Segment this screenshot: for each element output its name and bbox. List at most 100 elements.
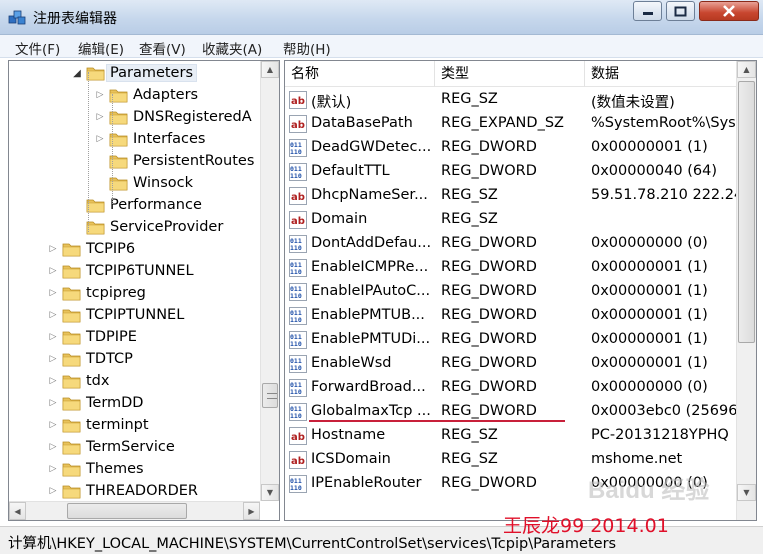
value-type: REG_DWORD <box>441 355 537 371</box>
list-scroll-up-button[interactable]: ▲ <box>737 61 756 78</box>
list-scroll-down-button[interactable]: ▼ <box>737 484 756 501</box>
tree-node[interactable]: ▷ THREADORDER <box>47 480 198 502</box>
collapsed-arrow-icon[interactable]: ▷ <box>47 244 59 254</box>
string-value-icon: ab <box>289 115 307 133</box>
folder-icon <box>62 463 81 477</box>
value-row[interactable]: 011 110 ForwardBroad... REG_DWORD 0x00000000… <box>285 376 745 400</box>
tree-node[interactable]: ▷ tcpipreg <box>47 282 146 304</box>
value-row[interactable]: ab Hostname REG_SZ PC-20131218YPHQ <box>285 424 745 448</box>
value-row[interactable]: 011 110 EnableWsd REG_DWORD 0x00000001 (1) <box>285 352 745 376</box>
value-row[interactable]: 011 110 DontAddDefau... REG_DWORD 0x00000000… <box>285 232 745 256</box>
svg-text:110: 110 <box>290 316 302 324</box>
collapsed-arrow-icon[interactable]: ▷ <box>47 398 59 408</box>
value-data: 0x00000001 (1) <box>591 307 708 323</box>
binary-value-icon: 011110 <box>289 355 307 373</box>
maximize-button[interactable] <box>666 1 695 21</box>
value-row[interactable]: ab (默认) REG_SZ (数值未设置) <box>285 88 745 112</box>
column-header-data[interactable]: 数据 <box>585 61 745 87</box>
svg-text:ab: ab <box>291 456 305 467</box>
tree-node[interactable]: ▷ Themes <box>47 458 144 480</box>
scroll-up-button[interactable]: ▲ <box>261 61 279 78</box>
collapsed-arrow-icon[interactable]: ▷ <box>47 354 59 364</box>
collapsed-arrow-icon[interactable]: ▷ <box>47 332 59 342</box>
value-row[interactable]: ab Domain REG_SZ <box>285 208 745 232</box>
scroll-thumb-horizontal[interactable] <box>67 503 187 519</box>
tree-node[interactable]: ▷ terminpt <box>47 414 149 436</box>
tree-node-label: Adapters <box>133 87 199 103</box>
collapsed-arrow-icon[interactable]: ▷ <box>47 310 59 320</box>
list-vertical-scrollbar[interactable]: ▲ ▼ <box>736 61 756 520</box>
value-row[interactable]: ab DhcpNameSer... REG_SZ 59.51.78.210 222.2… <box>285 184 745 208</box>
value-data: %SystemRoot%\Sys <box>591 115 736 131</box>
value-name: DataBasePath <box>311 115 413 131</box>
value-row[interactable]: 011 110 EnablePMTUDi... REG_DWORD 0x00000001… <box>285 328 745 352</box>
value-row[interactable]: 011 110 EnableIPAutoC... REG_DWORD 0x0000000… <box>285 280 745 304</box>
minimize-button[interactable] <box>633 1 662 21</box>
tree-node-label: TCPIP6 <box>86 241 136 257</box>
collapsed-arrow-icon[interactable]: ▷ <box>47 442 59 452</box>
value-row[interactable]: 011 110 DeadGWDetec... REG_DWORD 0x00000001 … <box>285 136 745 160</box>
tree-node[interactable]: ▷ TCPIP6TUNNEL <box>47 260 194 282</box>
svg-text:110: 110 <box>290 292 302 300</box>
scroll-down-button[interactable]: ▼ <box>261 484 279 501</box>
menu-file[interactable]: 文件(F) <box>15 38 60 58</box>
tree-node[interactable]: ▷ TDTCP <box>47 348 133 370</box>
tree-node[interactable]: Winsock <box>94 172 193 194</box>
tree-node[interactable]: ▷ TermService <box>47 436 175 458</box>
value-type: REG_DWORD <box>441 283 537 299</box>
collapsed-arrow-icon[interactable]: ▷ <box>47 266 59 276</box>
value-row[interactable]: ab DataBasePath REG_EXPAND_SZ %SystemRoot%\… <box>285 112 745 136</box>
scroll-right-button[interactable]: ▶ <box>243 502 260 520</box>
collapsed-arrow-icon[interactable]: ▷ <box>47 464 59 474</box>
tree-node-label: Parameters <box>106 64 197 82</box>
collapsed-arrow-icon[interactable]: ▷ <box>47 288 59 298</box>
tree-node-label: DNSRegisteredA <box>133 109 252 125</box>
collapsed-arrow-icon[interactable]: ▷ <box>47 420 59 430</box>
tree-node[interactable]: ▷ Interfaces <box>94 128 206 150</box>
list-scroll-thumb[interactable] <box>738 81 755 343</box>
values-list-pane[interactable]: 名称 类型 数据 ab (默认) REG_SZ (数值未设置) ab DataBasePa… <box>284 60 757 521</box>
tree-node-label: PersistentRoutes <box>133 153 255 169</box>
tree-node[interactable]: ▷ Adapters <box>94 84 199 106</box>
value-row[interactable]: 011 110 EnableICMPRe... REG_DWORD 0x00000001… <box>285 256 745 280</box>
tree-node[interactable]: ▷ TCPIPTUNNEL <box>47 304 185 326</box>
window-title: 注册表编辑器 <box>33 11 117 27</box>
tree-node[interactable]: ◢ Parameters <box>71 62 197 84</box>
tree-node[interactable]: PersistentRoutes <box>94 150 254 172</box>
menu-view[interactable]: 查看(V) <box>139 38 186 58</box>
folder-icon <box>62 265 81 279</box>
column-header-type[interactable]: 类型 <box>435 61 585 87</box>
collapsed-arrow-icon[interactable]: ▷ <box>94 134 106 144</box>
key-tree-pane[interactable]: ◢ Parameters ▷ Adapters ▷ DNSRegisteredA ▷ Inte… <box>8 60 280 521</box>
value-data: 0x00000001 (1) <box>591 331 708 347</box>
menu-favorites[interactable]: 收藏夹(A) <box>202 38 262 58</box>
tree-node[interactable]: ServiceProvider <box>71 216 223 238</box>
tree-node[interactable]: Performance <box>71 194 202 216</box>
close-button[interactable] <box>699 1 759 21</box>
menu-edit[interactable]: 编辑(E) <box>78 38 124 58</box>
binary-value-icon: 011110 <box>289 163 307 181</box>
collapsed-arrow-icon[interactable]: ▷ <box>94 90 106 100</box>
tree-node[interactable]: ▷ TermDD <box>47 392 144 414</box>
value-data: (数值未设置) <box>591 95 675 111</box>
tree-horizontal-scrollbar[interactable]: ◀ ▶ <box>9 501 260 520</box>
collapsed-arrow-icon[interactable]: ▷ <box>47 486 59 496</box>
scroll-left-button[interactable]: ◀ <box>9 502 26 520</box>
value-row[interactable]: ab ICSDomain REG_SZ mshome.net <box>285 448 745 472</box>
collapsed-arrow-icon[interactable]: ▷ <box>47 376 59 386</box>
tree-node[interactable]: ▷ TCPIP6 <box>47 238 136 260</box>
tree-node-label: ServiceProvider <box>110 219 224 235</box>
value-type: REG_SZ <box>441 187 498 203</box>
expanded-arrow-icon[interactable]: ◢ <box>71 68 83 79</box>
collapsed-arrow-icon[interactable]: ▷ <box>94 112 106 122</box>
scroll-thumb[interactable] <box>262 383 278 408</box>
column-header-name[interactable]: 名称 <box>285 61 435 87</box>
tree-node[interactable]: ▷ DNSRegisteredA <box>94 106 252 128</box>
menu-help[interactable]: 帮助(H) <box>283 38 331 58</box>
tree-vertical-scrollbar[interactable]: ▲ ▼ <box>260 61 279 501</box>
value-row[interactable]: 011 110 EnablePMTUB... REG_DWORD 0x00000001 … <box>285 304 745 328</box>
value-row[interactable]: 011 110 DefaultTTL REG_DWORD 0x00000040 (64) <box>285 160 745 184</box>
tree-node[interactable]: ▷ TDPIPE <box>47 326 137 348</box>
tree-node[interactable]: ▷ tdx <box>47 370 110 392</box>
tree-node-label: tcpipreg <box>86 285 146 301</box>
